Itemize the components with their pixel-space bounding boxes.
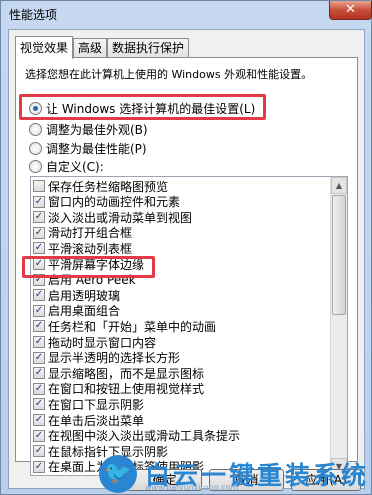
checkbox-checked-icon[interactable]: ✓ — [33, 382, 45, 395]
effect-label: 启用透明玻璃 — [48, 288, 121, 303]
effect-checkbox-row[interactable]: ✓ 启用透明玻璃 — [33, 288, 331, 302]
checkbox-checked-icon[interactable]: ✓ — [33, 367, 45, 380]
radio-best-performance[interactable]: 调整为最佳性能(P) — [29, 139, 147, 157]
effect-checkbox-row[interactable]: ✓ 拖动时显示窗口内容 — [33, 335, 331, 349]
effect-checkbox-row[interactable]: ✓ 显示缩略图，而不是显示图标 — [33, 366, 331, 380]
checkbox-checked-icon[interactable]: ✓ — [33, 351, 45, 364]
radio-best-appearance[interactable]: 调整为最佳外观(B) — [29, 120, 148, 138]
effect-label: 显示缩略图，而不是显示图标 — [48, 366, 205, 381]
effect-checkbox-row[interactable]: ✓ 在单击后淡出菜单 — [33, 413, 331, 427]
watermark: 🐦 白云一键重装系统 www.baiyunxitong.com — [99, 453, 369, 495]
radio-button[interactable] — [29, 159, 42, 173]
effect-checkbox-row[interactable]: ✓ 在视图中淡入淡出或滑动工具条提示 — [33, 429, 331, 443]
effect-checkbox-row[interactable]: ✓ 在窗口下显示阴影 — [33, 397, 331, 411]
radio-label: 自定义(C): — [46, 159, 104, 174]
tab-data-execution-prevention[interactable]: 数据执行保护 — [107, 38, 190, 58]
effect-label: 在视图中淡入淡出或滑动工具条提示 — [48, 429, 241, 443]
radio-label: 调整为最佳性能(P) — [46, 141, 147, 156]
effect-checkbox-row[interactable]: ✓ 任务栏和「开始」菜单中的动画 — [33, 319, 331, 333]
close-button[interactable]: ✕ — [329, 1, 372, 20]
checkbox-checked-icon[interactable]: ✓ — [33, 226, 45, 239]
effect-checkbox-row[interactable]: ✓ 在窗口和按钮上使用视觉样式 — [33, 382, 331, 396]
title-bar: 性能选项 ✕ — [1, 1, 372, 27]
effect-label: 显示半透明的选择长方形 — [48, 351, 181, 365]
close-icon: ✕ — [345, 2, 356, 17]
radio-custom[interactable]: 自定义(C): — [29, 157, 104, 175]
effect-label: 保存任务栏缩略图预览 — [48, 179, 169, 194]
checkbox-checked-icon[interactable]: ✓ — [33, 414, 45, 426]
radio-button[interactable] — [29, 122, 42, 136]
twitter-bird-icon: 🐦 — [99, 455, 137, 493]
watermark-url: www.baiyunxitong.com — [145, 483, 239, 492]
effect-checkbox-row[interactable]: 保存任务栏缩略图预览 — [33, 179, 331, 193]
radio-label: 让 Windows 选择计算机的最佳设置(L) — [46, 101, 256, 116]
effect-label: 启用桌面组合 — [48, 304, 121, 318]
effect-checkbox-row[interactable]: ✓ 淡入淡出或滑动菜单到视图 — [33, 210, 331, 224]
checkbox-checked-icon[interactable]: ✓ — [33, 211, 45, 224]
checkbox-checked-icon[interactable]: ✓ — [33, 445, 45, 458]
effect-checkbox-row[interactable]: ✓ 显示半透明的选择长方形 — [33, 351, 331, 365]
checkbox-checked-icon[interactable]: ✓ — [33, 336, 45, 348]
checkbox-checked-icon[interactable]: ✓ — [33, 398, 45, 411]
description-text: 选择您想在此计算机上使用的 Windows 外观和性能设置。 — [25, 68, 313, 81]
effect-label: 淡入淡出或滑动菜单到视图 — [48, 210, 193, 225]
effect-checkbox-row[interactable]: ✓ 窗口内的动画控件和元素 — [33, 195, 331, 209]
radio-label: 调整为最佳外观(B) — [46, 122, 148, 137]
effect-checkbox-row[interactable]: ✓ 平滑滚动列表框 — [33, 241, 331, 255]
tab-advanced[interactable]: 高级 — [73, 38, 108, 58]
checkbox-checked-icon[interactable]: ✓ — [33, 304, 45, 317]
effect-label: 在单击后淡出菜单 — [48, 413, 145, 428]
effect-label: 在窗口下显示阴影 — [48, 397, 145, 412]
dialog-body: 视觉效果 高级 数据执行保护 选择您想在此计算机上使用的 Windows 外观和… — [8, 29, 365, 491]
window-title: 性能选项 — [9, 8, 58, 22]
effect-checkbox-row[interactable]: ✓ 启用桌面组合 — [33, 304, 331, 318]
effect-label: 滑动打开组合框 — [48, 226, 133, 240]
scrollbar-thumb[interactable] — [332, 195, 346, 315]
radio-button[interactable] — [29, 101, 42, 115]
effect-label: 窗口内的动画控件和元素 — [48, 195, 181, 209]
scrollbar[interactable]: ▲ ▼ — [330, 177, 347, 475]
checkbox-unchecked-icon[interactable] — [33, 180, 45, 192]
effects-list[interactable]: 保存任务栏缩略图预览 ✓ 窗口内的动画控件和元素 ✓ 淡入淡出或滑动菜单到视图 ✓ 滑动打开… — [30, 176, 348, 476]
checkbox-checked-icon[interactable]: ✓ — [33, 242, 45, 255]
radio-button[interactable] — [29, 141, 42, 155]
tab-visual-effects[interactable]: 视觉效果 — [15, 36, 74, 59]
scroll-up-icon[interactable]: ▲ — [331, 177, 347, 194]
effect-label: 平滑滚动列表框 — [48, 241, 133, 256]
effect-label: 任务栏和「开始」菜单中的动画 — [48, 319, 217, 334]
highlight-box-aero-peek — [22, 256, 155, 278]
checkbox-checked-icon[interactable]: ✓ — [33, 320, 45, 333]
performance-options-window: 性能选项 ✕ 视觉效果 高级 数据执行保护 选择您想在此计算机上使用的 Wind… — [0, 0, 372, 495]
checkbox-checked-icon[interactable]: ✓ — [33, 429, 45, 442]
checkbox-checked-icon[interactable]: ✓ — [33, 289, 45, 302]
effect-label: 拖动时显示窗口内容 — [48, 335, 157, 350]
radio-let-windows-choose[interactable]: 让 Windows 选择计算机的最佳设置(L) — [29, 99, 255, 117]
effect-label: 在窗口和按钮上使用视觉样式 — [48, 382, 205, 396]
checkbox-checked-icon[interactable]: ✓ — [33, 195, 45, 208]
effect-checkbox-row[interactable]: ✓ 滑动打开组合框 — [33, 226, 331, 240]
